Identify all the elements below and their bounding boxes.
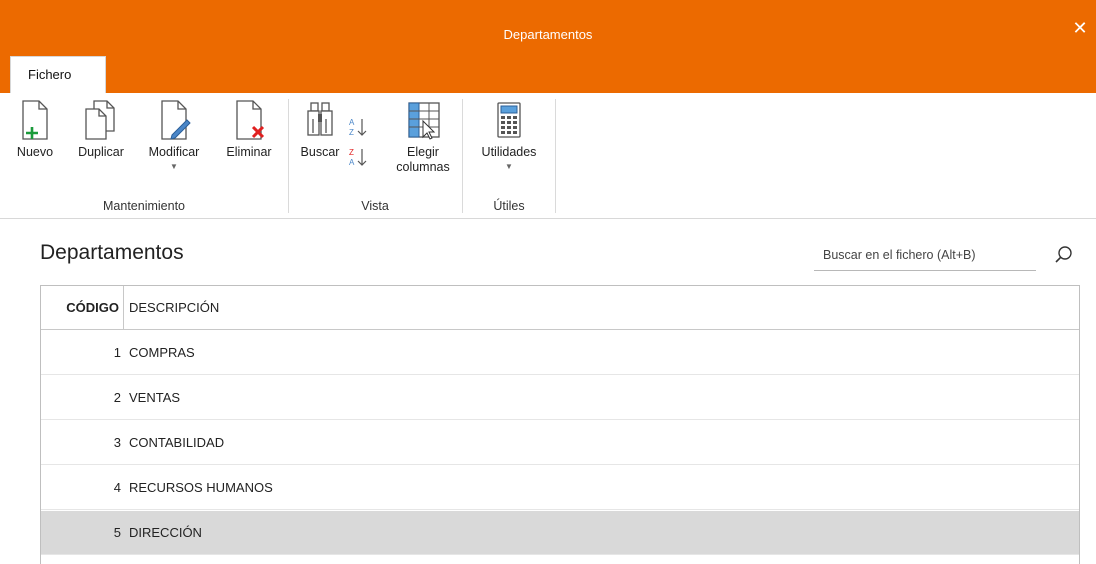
columns-icon	[408, 102, 440, 140]
table-header: CÓDIGO DESCRIPCIÓN	[41, 286, 1079, 330]
utilidades-label: Utilidades	[481, 145, 537, 159]
table-row[interactable]: 4 RECURSOS HUMANOS	[41, 466, 1079, 510]
cell-code: 3	[113, 435, 121, 450]
search-icon[interactable]	[1054, 245, 1074, 265]
cell-code: 4	[113, 480, 121, 495]
column-header-code[interactable]: CÓDIGO	[41, 286, 124, 330]
search-input[interactable]	[814, 240, 1036, 271]
elegir-columnas-label-1: Elegir	[407, 145, 439, 159]
delete-document-icon	[236, 100, 265, 140]
elegir-columnas-label-2: columnas	[396, 160, 450, 174]
chevron-down-icon[interactable]: ▼	[138, 162, 210, 171]
svg-text:A: A	[349, 118, 355, 127]
sort-descending-button[interactable]: Z A	[347, 145, 369, 172]
binoculars-icon	[307, 102, 333, 136]
buscar-label: Buscar	[300, 145, 340, 159]
svg-text:Z: Z	[349, 128, 354, 137]
window-title: Departamentos	[503, 27, 593, 42]
buscar-button[interactable]: Buscar	[295, 99, 345, 160]
sort-za-icon: Z A	[349, 148, 367, 167]
group-divider	[555, 99, 556, 213]
ribbon: Nuevo Duplicar Modificar ▼ Eliminar Mant…	[0, 93, 1096, 219]
nuevo-label: Nuevo	[16, 145, 54, 159]
search-box	[814, 240, 1080, 272]
cell-description: VENTAS	[129, 390, 181, 405]
svg-text:Z: Z	[349, 148, 354, 157]
cell-code: 1	[113, 345, 121, 360]
cell-code: 5	[113, 525, 121, 540]
group-label-utiles: Útiles	[493, 199, 525, 213]
table-row[interactable]: 1 COMPRAS	[41, 331, 1079, 375]
utilidades-button[interactable]: Utilidades ▼	[469, 99, 549, 171]
nuevo-button[interactable]: Nuevo	[6, 99, 64, 160]
duplicar-label: Duplicar	[78, 145, 124, 159]
title-bar: Departamentos ✕ Fichero	[0, 0, 1096, 94]
new-document-icon	[22, 100, 48, 140]
sort-ascending-button[interactable]: A Z	[347, 115, 369, 142]
modificar-label: Modificar	[148, 145, 200, 159]
departments-table: CÓDIGO DESCRIPCIÓN 1 COMPRAS 2 VENTAS 3 …	[40, 285, 1080, 564]
cell-description: DIRECCIÓN	[129, 525, 202, 540]
sort-az-icon: A Z	[349, 118, 367, 137]
group-utiles: Utilidades ▼ Útiles	[463, 93, 555, 219]
cell-description: RECURSOS HUMANOS	[129, 480, 273, 495]
duplicar-button[interactable]: Duplicar	[70, 99, 132, 160]
table-row[interactable]: 3 CONTABILIDAD	[41, 421, 1079, 465]
close-icon[interactable]: ✕	[1070, 18, 1090, 38]
calculator-icon	[497, 102, 521, 138]
table-row-selected[interactable]: 5 DIRECCIÓN	[41, 511, 1079, 555]
table-row[interactable]: 2 VENTAS	[41, 376, 1079, 420]
elegir-columnas-button[interactable]: Elegir columnas	[391, 99, 455, 175]
modificar-button[interactable]: Modificar ▼	[138, 99, 210, 171]
column-header-description[interactable]: DESCRIPCIÓN	[129, 286, 219, 330]
group-label-mantenimiento: Mantenimiento	[103, 199, 185, 213]
cell-description: CONTABILIDAD	[129, 435, 225, 450]
group-mantenimiento: Nuevo Duplicar Modificar ▼ Eliminar Mant…	[0, 93, 288, 219]
cell-code: 2	[113, 390, 121, 405]
duplicate-document-icon	[85, 100, 115, 140]
chevron-down-icon[interactable]: ▼	[469, 162, 549, 171]
cell-description: COMPRAS	[129, 345, 195, 360]
group-vista: Buscar A Z Z A Elegir columnas Vista	[289, 93, 461, 219]
eliminar-button[interactable]: Eliminar	[216, 99, 282, 160]
page-title: Departamentos	[40, 241, 184, 264]
eliminar-label: Eliminar	[226, 145, 272, 159]
edit-document-icon	[161, 100, 191, 140]
group-label-vista: Vista	[361, 199, 389, 213]
tab-fichero[interactable]: Fichero	[10, 56, 106, 94]
svg-text:A: A	[349, 158, 355, 167]
